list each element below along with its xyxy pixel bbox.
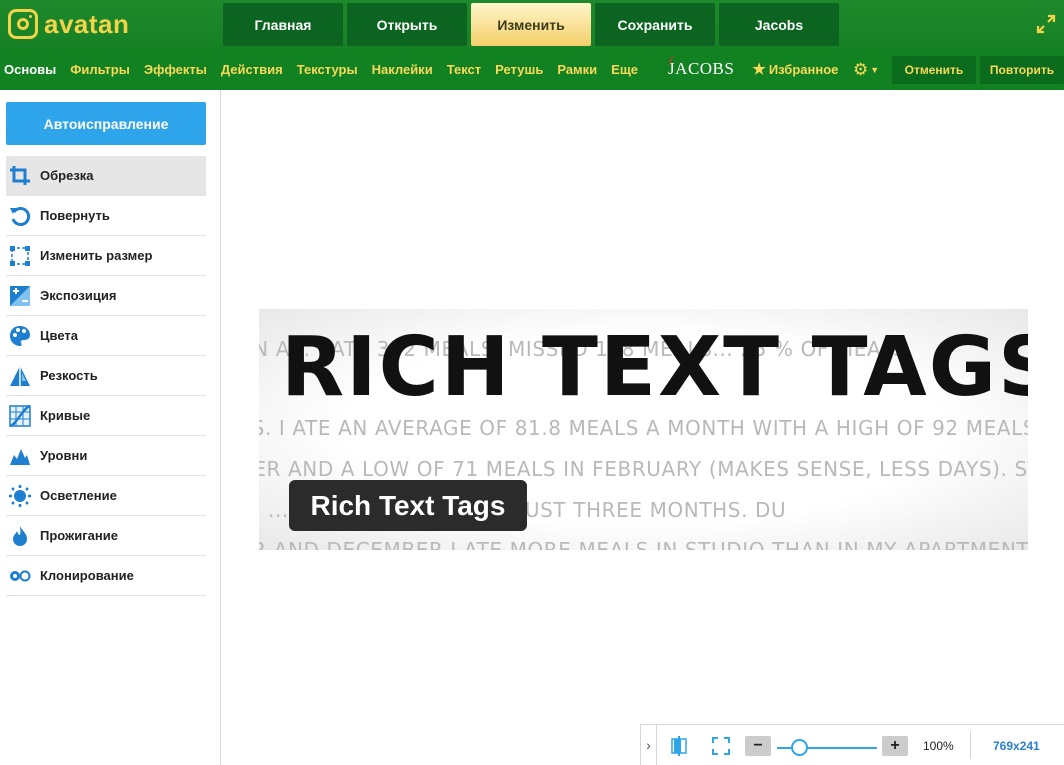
nav-textures[interactable]: Текстуры — [297, 62, 358, 77]
burn-icon — [8, 524, 32, 548]
collapse-toolbar-button[interactable]: › — [641, 725, 657, 765]
tab-jacobs[interactable]: Jacobs — [719, 3, 839, 46]
tool-label: Прожигание — [40, 528, 118, 543]
jacobs-mark-icon: / — [669, 54, 674, 69]
nav-filters[interactable]: Фильтры — [70, 62, 130, 77]
camera-icon — [8, 9, 38, 39]
crop-icon — [8, 164, 32, 188]
tool-label: Клонирование — [40, 568, 134, 583]
bottom-toolbar: › − + 100% 769x241 — [640, 724, 1064, 765]
tool-burn[interactable]: Прожигание — [6, 516, 206, 556]
tool-resize[interactable]: Изменить размер — [6, 236, 206, 276]
image-bg-text-line: PS. I ATE AN AVERAGE OF 81.8 MEALS A MON… — [259, 416, 1028, 440]
jacobs-logo-text: JACOBS — [668, 59, 735, 78]
top-bar: avatan Главная Открыть Изменить Сохранит… — [0, 0, 1064, 48]
zoom-percent: 100% — [923, 739, 954, 753]
sub-nav-bar: Основы Фильтры Эффекты Действия Текстуры… — [0, 48, 1064, 90]
image-title: RICH TEXT TAGS — [281, 320, 1028, 415]
nav-more[interactable]: Еще — [611, 62, 638, 77]
curves-icon — [8, 404, 32, 428]
tool-label: Обрезка — [40, 168, 94, 183]
nav-effects[interactable]: Эффекты — [144, 62, 207, 77]
gear-icon: ⚙ — [853, 60, 869, 79]
favorites-label: Избранное — [768, 61, 839, 77]
tool-label: Повернуть — [40, 208, 110, 223]
logo-text: avatan — [44, 8, 130, 39]
redo-button[interactable]: Повторить — [980, 56, 1064, 84]
image-bg-text-line: BER AND A LOW OF 71 MEALS IN FEBRUARY (M… — [259, 457, 1028, 481]
tool-label: Экспозиция — [40, 288, 117, 303]
zoom-in-button[interactable]: + — [882, 736, 908, 756]
tool-exposure[interactable]: Экспозиция — [6, 276, 206, 316]
app-logo[interactable]: avatan — [8, 8, 129, 40]
settings-menu[interactable]: ⚙ ▼ — [853, 60, 879, 80]
tool-colors[interactable]: Цвета — [6, 316, 206, 356]
exposure-icon — [8, 284, 32, 308]
nav-frames[interactable]: Рамки — [557, 62, 597, 77]
resize-icon — [8, 244, 32, 268]
dodge-icon — [8, 484, 32, 508]
main-tabs: Главная Открыть Изменить Сохранить Jacob… — [223, 3, 839, 46]
toolbar-divider — [970, 731, 971, 759]
chevron-down-icon: ▼ — [870, 65, 880, 75]
tool-label: Цвета — [40, 328, 78, 343]
tool-rotate[interactable]: Повернуть — [6, 196, 206, 236]
fullscreen-expand-icon[interactable] — [1036, 14, 1056, 34]
auto-fix-button[interactable]: Автоисправление — [6, 102, 206, 145]
image-tooltip: Rich Text Tags — [289, 480, 527, 531]
compare-icon[interactable] — [669, 736, 689, 756]
tools-list: Обрезка Повернуть Изменить размер Экспоз… — [6, 156, 206, 596]
image-size: 769x241 — [993, 739, 1040, 753]
star-icon: ★ — [752, 61, 766, 78]
fit-screen-icon[interactable] — [711, 736, 731, 756]
nav-retouch[interactable]: Ретушь — [495, 62, 543, 77]
tab-home[interactable]: Главная — [223, 3, 343, 46]
tool-crop[interactable]: Обрезка — [6, 156, 206, 196]
tool-label: Кривые — [40, 408, 91, 423]
tool-curves[interactable]: Кривые — [6, 396, 206, 436]
tool-label: Резкость — [40, 368, 98, 383]
chevron-right-icon: › — [646, 737, 651, 753]
tool-label: Изменить размер — [40, 248, 153, 263]
tab-open[interactable]: Открыть — [347, 3, 467, 46]
nav-stickers[interactable]: Наклейки — [372, 62, 433, 77]
nav-favorites[interactable]: ★ Избранное — [752, 60, 838, 78]
undo-button[interactable]: Отменить — [892, 56, 976, 84]
clone-icon — [8, 564, 32, 588]
tool-dodge[interactable]: Осветление — [6, 476, 206, 516]
tool-levels[interactable]: Уровни — [6, 436, 206, 476]
nav-text[interactable]: Текст — [447, 62, 481, 77]
tool-clone[interactable]: Клонирование — [6, 556, 206, 596]
nav-actions[interactable]: Действия — [221, 62, 283, 77]
zoom-slider-handle[interactable] — [790, 739, 808, 756]
tools-sidebar: Автоисправление Обрезка Повернуть Измени… — [0, 90, 221, 765]
tool-sharpness[interactable]: Резкость — [6, 356, 206, 396]
palette-icon — [8, 324, 32, 348]
zoom-out-button[interactable]: − — [745, 736, 771, 756]
tab-edit[interactable]: Изменить — [471, 3, 591, 46]
tab-save[interactable]: Сохранить — [595, 3, 715, 46]
category-nav: Основы Фильтры Эффекты Действия Текстуры… — [4, 48, 838, 90]
rotate-icon — [8, 204, 32, 228]
sharpness-icon — [8, 364, 32, 388]
nav-basics[interactable]: Основы — [4, 62, 56, 77]
image-bg-text-line: ER AND DECEMBER I ATE MORE MEALS IN STUD… — [259, 538, 1028, 550]
editor-canvas[interactable]: AN A... I ATE 332 MEALS, MISSED 118 MEAL… — [222, 90, 1064, 765]
jacobs-logo[interactable]: / JACOBS — [668, 54, 735, 79]
tool-label: Осветление — [40, 488, 117, 503]
levels-icon — [8, 444, 32, 468]
tool-label: Уровни — [40, 448, 88, 463]
